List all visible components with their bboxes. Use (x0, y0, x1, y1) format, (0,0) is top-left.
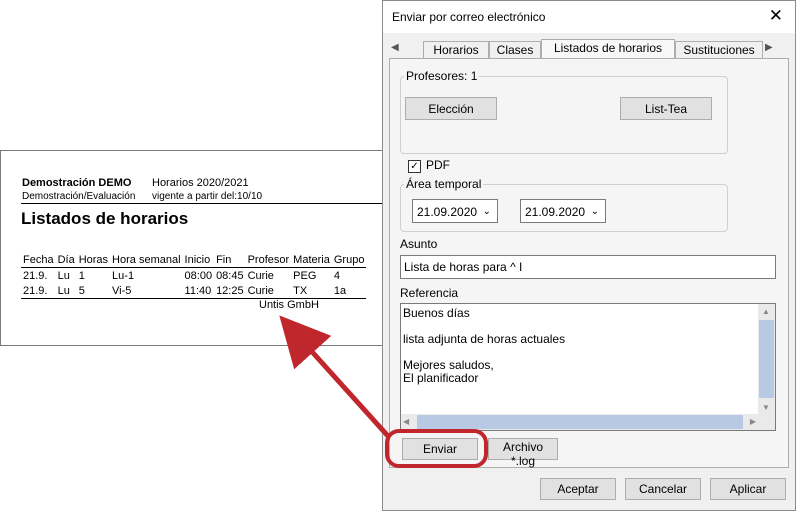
table-cell: TX (291, 283, 332, 299)
scrollbar-thumb[interactable] (759, 320, 774, 398)
dialog-title: Enviar por correo electrónico (392, 10, 546, 24)
asunto-label: Asunto (400, 237, 438, 251)
scrollbar-thumb[interactable] (417, 415, 743, 429)
pdf-checkbox[interactable]: ✓ (408, 160, 421, 173)
table-cell: 1a (331, 283, 367, 299)
doc-valid-from: vigente a partir del:10/10 (152, 191, 263, 202)
date-to-dropdown[interactable]: 21.09.2020 ⌄ (520, 199, 606, 223)
col-header: Fecha (21, 252, 56, 268)
table-cell: 08:00 (184, 269, 213, 282)
dialog-titlebar: Enviar por correo electrónico ✕ (383, 1, 795, 33)
asunto-input[interactable]: Lista de horas para ^ I (400, 255, 776, 279)
table-cell: 5 (76, 283, 111, 299)
doc-term: Horarios 2020/2021 (152, 177, 249, 189)
date-from-value: 21.09.2020 (417, 205, 478, 219)
col-header: Materia (291, 252, 332, 268)
pointer-arrow (279, 315, 390, 438)
asunto-value: Lista de horas para ^ I (404, 260, 523, 274)
tab-strip: ◀ Horarios Clases Listados de horarios S… (383, 39, 795, 60)
chevron-down-icon: ⌄ (590, 206, 599, 217)
chevron-down-icon: ⌄ (482, 206, 491, 217)
area-temporal-label: Área temporal (404, 177, 484, 191)
archivo-log-button[interactable]: Archivo *.log (488, 438, 558, 468)
tab-horarios[interactable]: Horarios (423, 41, 489, 59)
col-header: Horas (76, 252, 111, 268)
tab-sustituciones[interactable]: Sustituciones (675, 41, 763, 59)
pdf-label: PDF (426, 158, 450, 172)
profesores-label: Profesores: 1 (404, 69, 480, 83)
table-cell: Lu (57, 269, 70, 282)
referencia-label: Referencia (400, 286, 459, 300)
doc-footer: Untis GmbH (259, 299, 319, 311)
vertical-scrollbar[interactable]: ▲ ▼ (758, 304, 775, 430)
scroll-up-icon[interactable]: ▲ (762, 307, 770, 316)
close-icon[interactable]: ✕ (769, 6, 783, 26)
aplicar-button[interactable]: Aplicar (710, 478, 786, 500)
email-dialog: Enviar por correo electrónico ✕ ◀ Horari… (382, 0, 796, 511)
doc-title: Listados de horarios (21, 209, 189, 228)
col-header: Fin (214, 252, 246, 268)
col-header: Hora semanal (110, 252, 183, 268)
timetable-preview: Demostración DEMO Horarios 2020/2021 Dem… (0, 150, 386, 346)
col-header: Profesor (245, 252, 292, 268)
doc-org: Demostración DEMO (22, 177, 132, 189)
col-header: Inicio (182, 252, 215, 268)
table-cell: Lu-1 (112, 269, 135, 282)
table-row: 21.9. Lu 1 Lu-1 08:00 08:45 Curie PEG 4 (21, 268, 366, 284)
table-cell: 11:40 (182, 283, 215, 299)
date-from-dropdown[interactable]: 21.09.2020 ⌄ (412, 199, 498, 223)
table-cell: 21.9. (23, 269, 48, 282)
doc-table: Fecha Día Horas Hora semanal Inicio Fin … (21, 252, 367, 299)
tab-listados-de-horarios[interactable]: Listados de horarios (541, 39, 675, 60)
table-cell: 21.9. (21, 283, 56, 299)
table-cell: PEG (293, 269, 317, 282)
table-cell: Curie (247, 269, 274, 282)
tab-scroll-right-icon[interactable]: ▶ (765, 42, 773, 53)
referencia-line: Buenos días (403, 306, 470, 320)
scroll-left-icon[interactable]: ◀ (403, 417, 409, 426)
scroll-right-icon[interactable]: ▶ (750, 417, 756, 426)
eleccion-button[interactable]: Elección (405, 97, 497, 120)
referencia-textarea[interactable]: Buenos días lista adjunta de horas actua… (400, 303, 776, 431)
table-cell: Vi-5 (110, 283, 183, 299)
table-cell: 4 (333, 269, 340, 282)
list-tea-button[interactable]: List-Tea (620, 97, 712, 120)
horizontal-scrollbar[interactable]: ◀ ▶ (401, 414, 759, 430)
tab-panel: Profesores: 1 Elección List-Tea ✓ PDF Ár… (389, 58, 789, 468)
tab-clases[interactable]: Clases (489, 41, 541, 59)
table-row: 21.9. Lu 5 Vi-5 11:40 12:25 Curie TX 1a (21, 283, 367, 299)
doc-table-header: Fecha Día Horas Hora semanal Inicio Fin … (21, 252, 367, 268)
doc-subtitle: Demostración/Evaluación (22, 191, 136, 202)
cancelar-button[interactable]: Cancelar (625, 478, 701, 500)
table-cell: 12:25 (214, 283, 246, 299)
col-header: Día (55, 252, 77, 268)
date-to-value: 21.09.2020 (525, 205, 586, 219)
table-cell: Curie (245, 283, 292, 299)
table-cell: 1 (78, 269, 85, 282)
tab-scroll-left-icon[interactable]: ◀ (391, 42, 399, 53)
enviar-button[interactable]: Enviar (402, 438, 478, 460)
table-cell: Lu (55, 283, 77, 299)
aceptar-button[interactable]: Aceptar (540, 478, 616, 500)
referencia-line: lista adjunta de horas actuales (403, 332, 566, 346)
doc-header-rule (21, 203, 383, 204)
referencia-line: El planificador (403, 371, 479, 385)
col-header: Grupo (331, 252, 367, 268)
scroll-down-icon[interactable]: ▼ (762, 403, 770, 412)
table-cell: 08:45 (216, 269, 244, 282)
